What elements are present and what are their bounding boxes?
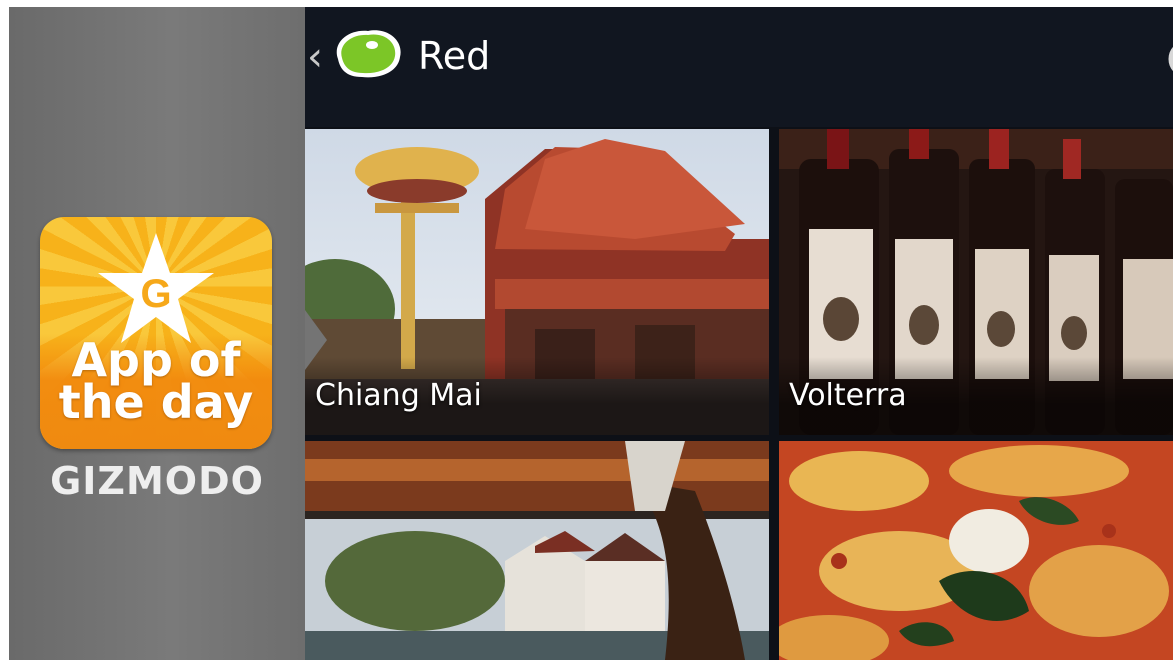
destination-tile-canal-town[interactable] [305,441,769,660]
chevron-left-icon[interactable]: ‹ [307,37,323,77]
badge-line-2: the day [58,375,254,429]
pizza-photo [779,441,1173,660]
canal-town-photo [305,441,769,660]
star-icon: G [98,233,214,343]
promo-notch [305,310,327,370]
destination-tile-pizza[interactable] [779,441,1173,660]
tile-label: Chiang Mai [305,357,769,435]
tile-label: Volterra [779,357,1173,435]
destination-tile-volterra[interactable]: Volterra [779,129,1173,435]
action-bar: ‹ Red [305,7,1173,127]
tile-title: Volterra [789,378,907,413]
promo-panel: G App of the day GIZMODO [9,7,305,660]
badge-letter: G [140,272,171,316]
app-screen: ‹ Red Chiang Mai Volterra [305,7,1173,660]
destination-tile-chiang-mai[interactable]: Chiang Mai [305,129,769,435]
refresh-icon[interactable] [1157,29,1173,89]
green-blob-logo-icon[interactable] [330,25,404,81]
brand-wordmark: GIZMODO [50,459,264,503]
app-title: Red [418,34,491,78]
app-of-the-day-badge: G App of the day [40,217,272,449]
badge-text: App of the day [40,337,272,429]
tile-title: Chiang Mai [315,378,482,413]
